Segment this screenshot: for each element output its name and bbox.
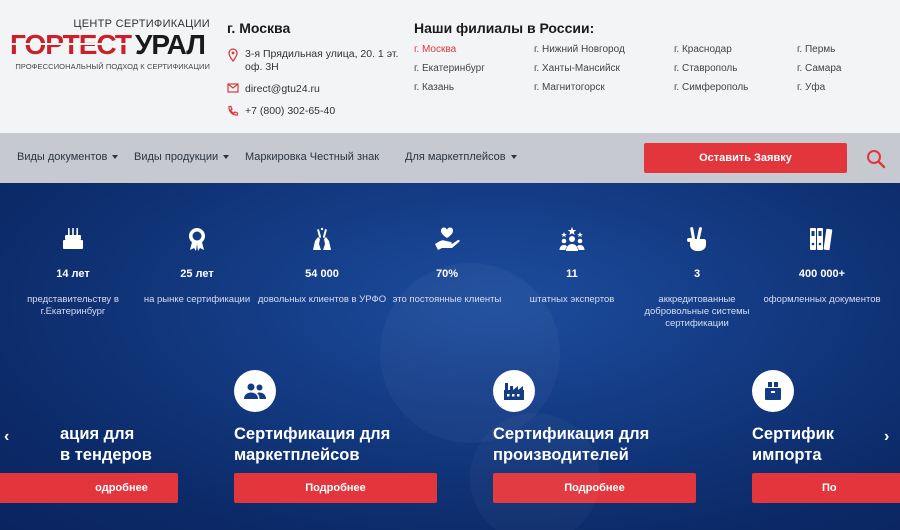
branch-link-khanty-mansiysk[interactable]: г. Ханты-Мансийск bbox=[534, 63, 620, 74]
logo-wordmark: ГОРТЕСТ УРАЛ bbox=[10, 31, 210, 59]
chevron-down-icon bbox=[112, 155, 119, 160]
chevron-down-icon bbox=[223, 155, 230, 160]
stat-item: 25 лет на рынке сертификации bbox=[132, 226, 262, 306]
header: ЦЕНТР СЕРТИФИКАЦИИ ГОРТЕСТ УРАЛ ПРОФЕССИ… bbox=[0, 0, 900, 133]
stat-value: 25 лет bbox=[180, 268, 214, 280]
carousel-prev-arrow-icon[interactable]: ‹ bbox=[4, 428, 9, 446]
cake-icon bbox=[60, 226, 86, 252]
branch-list: г. Москва г. Нижний Новгород г. Краснода… bbox=[414, 44, 894, 104]
service-card-import: Сертифик импорта По bbox=[752, 370, 900, 503]
card-button-label: одробнее bbox=[95, 482, 148, 494]
team-icon bbox=[559, 226, 585, 252]
card-more-button[interactable]: одробнее bbox=[0, 473, 178, 503]
nav-item-label: Маркировка Честный знак bbox=[245, 151, 380, 163]
nav-item-document-types[interactable]: Виды документов bbox=[17, 151, 119, 163]
nav-item-label: Для маркетплейсов bbox=[405, 151, 506, 163]
stat-description: аккредитованные добровольные системы сер… bbox=[644, 294, 750, 329]
factory-icon bbox=[493, 370, 535, 412]
branch-link-perm[interactable]: г. Пермь bbox=[797, 44, 835, 55]
victory-hand-icon bbox=[684, 226, 710, 252]
city-title: г. Москва bbox=[227, 20, 291, 36]
stat-description: оформленных документов bbox=[763, 294, 881, 305]
logo[interactable]: ЦЕНТР СЕРТИФИКАЦИИ ГОРТЕСТ УРАЛ ПРОФЕССИ… bbox=[10, 18, 210, 71]
card-more-button[interactable]: По bbox=[752, 473, 900, 503]
stat-item: 70% это постоянные клиенты bbox=[382, 226, 512, 306]
stat-value: 14 лет bbox=[56, 268, 90, 280]
address-text: 3-я Прядильная улица, 20. 1 эт. оф. 3Н bbox=[245, 48, 399, 73]
phone-link[interactable]: +7 (800) 302-65-40 bbox=[245, 105, 335, 118]
address-row: 3-я Прядильная улица, 20. 1 эт. оф. 3Н bbox=[227, 48, 407, 74]
import-box-icon bbox=[752, 370, 794, 412]
logo-brand-part2: УРАЛ bbox=[135, 29, 206, 60]
card-more-button[interactable]: Подробнее bbox=[234, 473, 437, 503]
branch-link-nizhny-novgorod[interactable]: г. Нижний Новгород bbox=[534, 44, 625, 55]
branch-link-moscow[interactable]: г. Москва bbox=[414, 44, 456, 55]
email-row[interactable]: direct@gtu24.ru bbox=[227, 83, 407, 96]
stat-item: 54 000 довольных клиентов в УРФО bbox=[257, 226, 387, 306]
nav-item-marketplaces[interactable]: Для маркетплейсов bbox=[405, 151, 517, 163]
branch-link-magnitogorsk[interactable]: г. Магнитогорск bbox=[534, 82, 605, 93]
stat-value: 70% bbox=[435, 268, 459, 280]
phone-icon bbox=[227, 105, 239, 117]
stat-item: 11 штатных экспертов bbox=[507, 226, 637, 306]
phone-row[interactable]: +7 (800) 302-65-40 bbox=[227, 105, 407, 118]
card-button-label: По bbox=[822, 482, 837, 494]
stat-description: представительству в г.Екатеринбург bbox=[27, 294, 119, 317]
branch-link-krasnodar[interactable]: г. Краснодар bbox=[674, 44, 732, 55]
card-title: Сертифик импорта bbox=[752, 425, 835, 464]
chevron-down-icon bbox=[510, 155, 517, 160]
nav-item-product-types[interactable]: Виды продукции bbox=[134, 151, 230, 163]
award-icon bbox=[184, 226, 210, 252]
stat-description: довольных клиентов в УРФО bbox=[257, 294, 387, 305]
branch-link-simferopol[interactable]: г. Симферополь bbox=[674, 82, 748, 93]
service-card-marketplaces: Сертификация для маркетплейсов Подробнее bbox=[234, 370, 464, 503]
stat-value: 11 bbox=[566, 268, 578, 280]
stat-value: 54 000 bbox=[305, 268, 339, 280]
users-icon bbox=[234, 370, 276, 412]
card-title: ация для в тендеров bbox=[60, 425, 152, 464]
stat-value: 3 bbox=[693, 268, 701, 280]
card-title: Сертификация для производителей bbox=[493, 425, 650, 464]
location-pin-icon bbox=[227, 48, 239, 62]
stat-description: на рынке сертификации bbox=[143, 294, 251, 305]
branches-title: Наши филиалы в России: bbox=[414, 20, 595, 36]
stat-description: штатных экспертов bbox=[529, 294, 615, 305]
email-link[interactable]: direct@gtu24.ru bbox=[245, 83, 320, 96]
contacts-block: г. Москва 3-я Прядильная улица, 20. 1 эт… bbox=[227, 20, 407, 118]
service-card-tenders: ация для в тендеров одробнее bbox=[0, 370, 205, 503]
branches-block: Наши филиалы в России: г. Москва г. Нижн… bbox=[414, 20, 894, 104]
nav-item-label: Виды продукции bbox=[134, 151, 219, 163]
carousel-next-arrow-icon[interactable]: › bbox=[884, 428, 889, 446]
mail-icon bbox=[227, 83, 239, 93]
stat-value: 400 000+ bbox=[798, 268, 846, 280]
nav-item-honest-sign-marking[interactable]: Маркировка Честный знак bbox=[245, 151, 379, 163]
branch-link-stavropol[interactable]: г. Ставрополь bbox=[674, 63, 737, 74]
stat-item: 400 000+ оформленных документов bbox=[757, 226, 887, 306]
hand-heart-icon bbox=[434, 226, 460, 252]
stat-item: 14 лет представительству в г.Екатеринбур… bbox=[8, 226, 138, 318]
branch-link-kazan[interactable]: г. Казань bbox=[414, 82, 454, 93]
service-card-manufacturers: Сертификация для производителей Подробне… bbox=[493, 370, 723, 503]
nav-item-label: Виды документов bbox=[17, 151, 108, 163]
card-more-button[interactable]: Подробнее bbox=[493, 473, 696, 503]
stat-item: 3 аккредитованные добровольные системы с… bbox=[632, 226, 762, 330]
branch-link-samara[interactable]: г. Самара bbox=[797, 63, 841, 74]
stat-description: это постоянные клиенты bbox=[392, 294, 502, 305]
logo-brand-part1: ГОРТЕСТ bbox=[10, 29, 132, 60]
high-five-icon bbox=[309, 226, 335, 252]
logo-tagline: ПРОФЕССИОНАЛЬНЫЙ ПОДХОД К СЕРТИФИКАЦИИ bbox=[15, 62, 210, 71]
hero-section: 14 лет представительству в г.Екатеринбур… bbox=[0, 183, 900, 530]
submit-request-button[interactable]: Оставить Заявку bbox=[644, 143, 847, 173]
card-title: Сертификация для маркетплейсов bbox=[234, 425, 391, 464]
search-icon[interactable] bbox=[866, 149, 886, 169]
binders-icon bbox=[809, 226, 835, 252]
branch-link-ekaterinburg[interactable]: г. Екатеринбург bbox=[414, 63, 485, 74]
branch-link-ufa[interactable]: г. Уфа bbox=[797, 82, 825, 93]
